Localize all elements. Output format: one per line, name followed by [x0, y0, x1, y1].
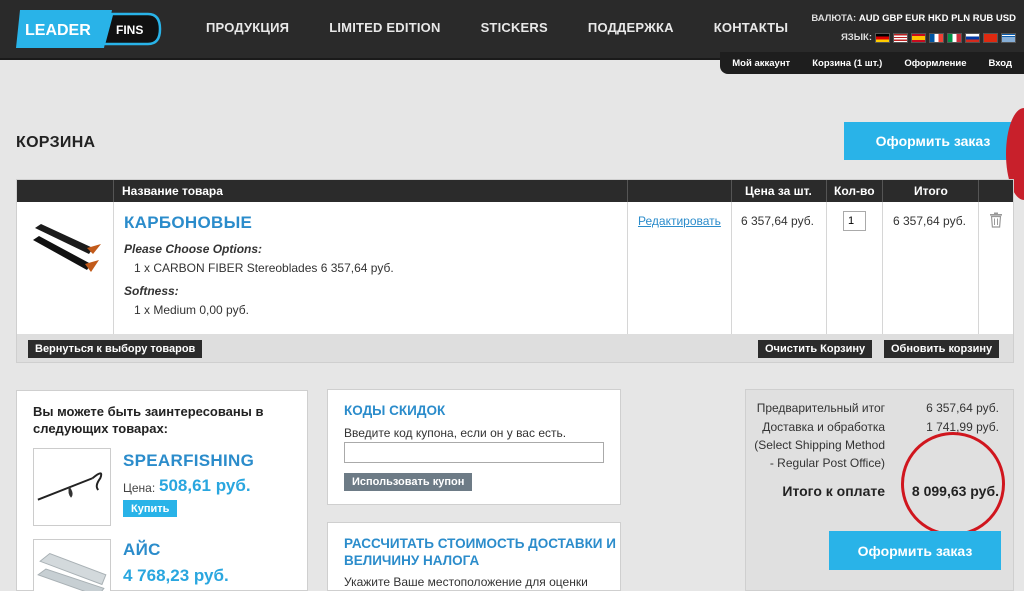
recommendations-title-line1: Вы можете быть заинтересованы в — [33, 404, 264, 419]
divider — [882, 180, 883, 202]
header-qty: Кол-во — [834, 184, 875, 198]
buy-button[interactable]: Купить — [123, 500, 178, 517]
shipping-note-1: (Select Shipping Method — [754, 438, 885, 452]
quantity-input[interactable] — [843, 211, 866, 231]
page-title: КОРЗИНА — [16, 134, 96, 151]
flag-fr-icon[interactable] — [929, 32, 944, 43]
totals-panel: Предварительный итог 6 357,64 руб. Доста… — [745, 389, 1014, 591]
ice-fins-image[interactable] — [33, 539, 111, 591]
clear-cart-button[interactable]: Очистить Корзину — [758, 340, 873, 358]
my-account-link[interactable]: Мой аккаунт — [732, 58, 790, 69]
divider — [978, 180, 979, 202]
shipping-label: Доставка и обработка — [762, 420, 885, 434]
carbon-fins-image[interactable] — [31, 218, 105, 278]
shipping-hint: Укажите Ваше местоположение для оценки — [344, 575, 588, 589]
product-name[interactable]: КАРБОНОВЫЕ — [124, 213, 252, 233]
trash-icon[interactable] — [989, 212, 1003, 228]
coupon-input[interactable] — [344, 442, 604, 463]
nav-contacts[interactable]: КОНТАКТЫ — [714, 20, 788, 35]
rec-item-price: 4 768,23 руб. — [123, 566, 229, 585]
flag-ru-icon[interactable] — [965, 32, 980, 43]
svg-text:FINS: FINS — [116, 23, 143, 37]
grand-total-label: Итого к оплате — [782, 483, 885, 499]
cart-table: Название товара Цена за шт. Кол-во Итого… — [16, 179, 1014, 363]
recommendations-panel: Вы можете быть заинтересованы в следующи… — [16, 390, 308, 591]
nav-products[interactable]: ПРОДУКЦИЯ — [206, 20, 289, 35]
divider — [882, 202, 883, 334]
recommendations-title-line2: следующих товарах: — [33, 421, 169, 436]
login-link[interactable]: Вход — [989, 58, 1013, 69]
currency-selector[interactable]: ВАЛЮТА: AUD GBP EUR HKD PLN RUB USD — [811, 13, 1016, 24]
header-total: Итого — [914, 184, 948, 198]
shipping-estimate-panel: РАССЧИТАТЬ СТОИМОСТЬ ДОСТАВКИ И ВЕЛИЧИНУ… — [327, 522, 621, 591]
unit-price: 6 357,64 руб. — [741, 214, 814, 228]
flag-es-icon[interactable] — [911, 32, 926, 43]
edit-link[interactable]: Редактировать — [638, 214, 721, 228]
flag-cn-icon[interactable] — [983, 32, 998, 43]
coupon-hint: Введите код купона, если он у вас есть. — [344, 426, 567, 440]
divider — [826, 180, 827, 202]
nav-limited-edition[interactable]: LIMITED EDITION — [329, 20, 440, 35]
nav-stickers[interactable]: STICKERS — [481, 20, 548, 35]
subtotal-label: Предварительный итог — [756, 401, 885, 415]
apply-coupon-button[interactable]: Использовать купон — [344, 473, 473, 491]
language-selector: ЯЗЫК: — [841, 32, 1016, 43]
language-label: ЯЗЫК: — [840, 32, 872, 43]
softness-value: 1 x Medium 0,00 руб. — [134, 303, 249, 317]
option-value: 1 x CARBON FIBER Stereoblades 6 357,64 р… — [134, 261, 394, 275]
divider — [113, 180, 114, 202]
leaderfins-logo[interactable]: LEADER FINS — [16, 8, 162, 50]
coupon-title: КОДЫ СКИДОК — [344, 403, 446, 418]
continue-shopping-button[interactable]: Вернуться к выбору товаров — [28, 340, 203, 358]
shipping-title-line2: ВЕЛИЧИНУ НАЛОГА — [344, 553, 480, 568]
header-unit-price: Цена за шт. — [745, 184, 812, 198]
rec-item-price: 508,61 руб. — [159, 476, 251, 495]
rec-item-name[interactable]: АЙС — [123, 540, 161, 560]
recommendations-title: Вы можете быть заинтересованы в следующи… — [33, 403, 263, 437]
cart-actions-bar: Вернуться к выбору товаров Очистить Корз… — [17, 334, 1013, 362]
checkout-link[interactable]: Оформление — [904, 58, 966, 69]
update-cart-button[interactable]: Обновить корзину — [884, 340, 1000, 358]
cart-link[interactable]: Корзина (1 шт.) — [812, 58, 882, 69]
currency-label: ВАЛЮТА: — [811, 13, 857, 24]
softness-label: Softness: — [124, 284, 179, 298]
coupon-panel: КОДЫ СКИДОК Введите код купона, если он … — [327, 389, 621, 505]
option-label: Please Choose Options: — [124, 242, 263, 256]
nav-support[interactable]: ПОДДЕРЖКА — [588, 20, 674, 35]
divider — [826, 202, 827, 334]
flag-gr-icon[interactable] — [1001, 32, 1016, 43]
shipping-title-line1: РАССЧИТАТЬ СТОИМОСТЬ ДОСТАВКИ И — [344, 536, 616, 551]
svg-text:LEADER: LEADER — [25, 22, 91, 39]
shipping-note-2: - Regular Post Office) — [769, 456, 885, 470]
rec-price-label: Цена: — [123, 481, 156, 495]
red-annotation-circle — [894, 425, 1012, 543]
divider — [731, 202, 732, 334]
rec-item-name[interactable]: SPEARFISHING — [123, 451, 254, 471]
divider — [731, 180, 732, 202]
line-total: 6 357,64 руб. — [893, 214, 966, 228]
flag-it-icon[interactable] — [947, 32, 962, 43]
divider — [113, 202, 114, 334]
checkout-button-top[interactable]: Оформить заказ — [844, 122, 1022, 160]
currency-options[interactable]: AUD GBP EUR HKD PLN RUB USD — [859, 13, 1016, 24]
account-bar: Мой аккаунт Корзина (1 шт.) Оформление В… — [720, 52, 1024, 74]
divider — [627, 202, 628, 334]
divider — [627, 180, 628, 202]
cart-table-header: Название товара Цена за шт. Кол-во Итого — [17, 180, 1013, 202]
shipping-title: РАССЧИТАТЬ СТОИМОСТЬ ДОСТАВКИ И ВЕЛИЧИНУ… — [344, 535, 616, 569]
divider — [978, 202, 979, 334]
top-header: LEADER FINS ПРОДУКЦИЯ LIMITED EDITION ST… — [0, 0, 1024, 60]
main-nav: ПРОДУКЦИЯ LIMITED EDITION STICKERS ПОДДЕ… — [206, 20, 828, 35]
checkout-button-bottom[interactable]: Оформить заказ — [829, 531, 1001, 570]
flag-us-icon[interactable] — [893, 32, 908, 43]
subtotal-value: 6 357,64 руб. — [926, 401, 999, 415]
flag-de-icon[interactable] — [875, 32, 890, 43]
spearfishing-image[interactable] — [33, 448, 111, 526]
header-product-name: Название товара — [122, 184, 223, 198]
